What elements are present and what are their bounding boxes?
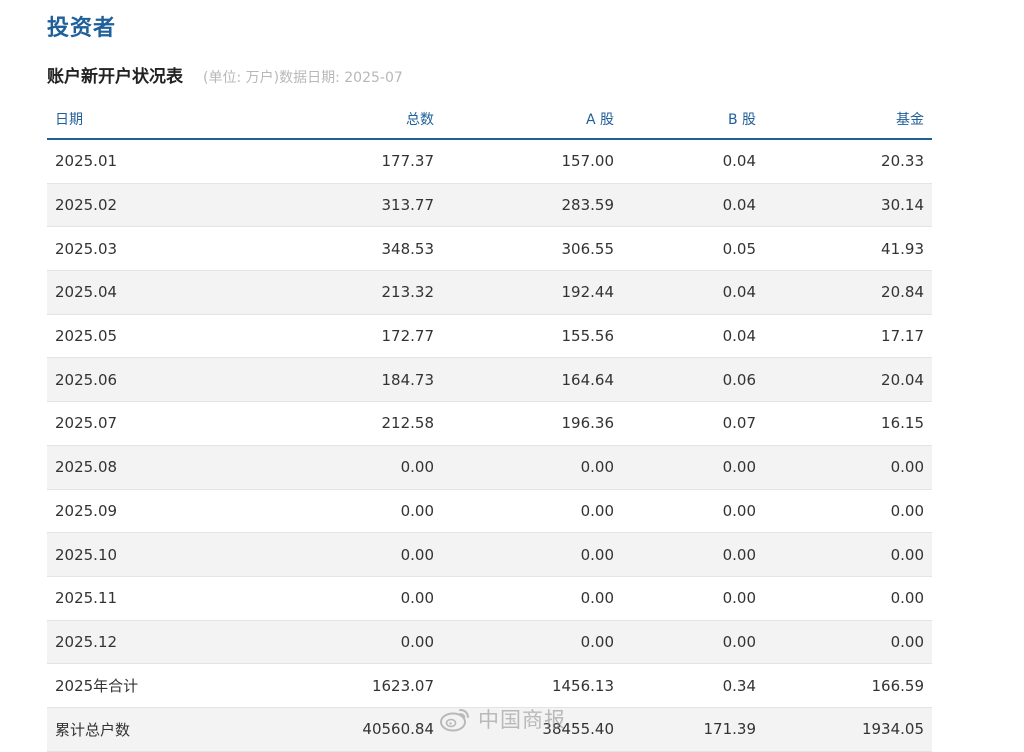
cell-fund: 0.00 (764, 620, 932, 665)
cell-b-share: 0.06 (622, 357, 764, 403)
account-opening-table-container: 日期 总数 A 股 B 股 基金 2025.01 177.37 157.00 0.04… (47, 100, 932, 752)
cell-a-share: 0.00 (442, 445, 622, 490)
cell-a-share: 283.59 (442, 183, 622, 228)
cell-fund: 20.33 (764, 139, 932, 184)
table-header-row: 日期 总数 A 股 B 股 基金 (47, 100, 932, 140)
cell-a-share: 157.00 (442, 139, 622, 184)
cell-b-share: 171.39 (622, 707, 764, 752)
cell-total: 0.00 (227, 620, 442, 665)
cell-b-share: 0.00 (622, 489, 764, 534)
cell-date: 2025.10 (47, 532, 227, 577)
cell-date: 2025.08 (47, 445, 227, 490)
table-row: 2025.08 0.00 0.00 0.00 0.00 (47, 445, 932, 490)
cell-total: 212.58 (227, 401, 442, 446)
cell-fund: 20.84 (764, 270, 932, 315)
cell-fund: 41.93 (764, 226, 932, 272)
cell-a-share: 306.55 (442, 226, 622, 272)
table-caption: 账户新开户状况表 (单位: 万户)数据日期: 2025-07 (47, 62, 403, 87)
column-header-fund: 基金 (764, 100, 932, 140)
cell-total: 184.73 (227, 357, 442, 403)
table-row: 2025.05 172.77 155.56 0.04 17.17 (47, 314, 932, 359)
table-row: 2025.02 313.77 283.59 0.04 30.14 (47, 183, 932, 228)
cell-fund: 0.00 (764, 532, 932, 577)
cell-date: 2025.09 (47, 489, 227, 534)
cell-date: 2025.06 (47, 357, 227, 403)
cell-total: 0.00 (227, 445, 442, 490)
cell-date: 2025年合计 (47, 663, 227, 708)
account-opening-table: 日期 总数 A 股 B 股 基金 2025.01 177.37 157.00 0.04… (47, 100, 932, 752)
table-row: 2025.11 0.00 0.00 0.00 0.00 (47, 576, 932, 621)
cell-a-share: 196.36 (442, 401, 622, 446)
table-row: 2025.01 177.37 157.00 0.04 20.33 (47, 139, 932, 184)
cell-total: 348.53 (227, 226, 442, 272)
cell-total: 172.77 (227, 314, 442, 359)
column-header-date: 日期 (47, 100, 227, 140)
cell-fund: 16.15 (764, 401, 932, 446)
cell-date: 累计总户数 (47, 707, 227, 752)
cell-a-share: 0.00 (442, 576, 622, 621)
cell-b-share: 0.00 (622, 532, 764, 577)
cell-fund: 1934.05 (764, 707, 932, 752)
cell-date: 2025.05 (47, 314, 227, 359)
cell-b-share: 0.07 (622, 401, 764, 446)
cell-b-share: 0.04 (622, 183, 764, 228)
cell-total: 1623.07 (227, 663, 442, 708)
table-row: 累计总户数 40560.84 38455.40 171.39 1934.05 (47, 707, 932, 752)
cell-fund: 20.04 (764, 357, 932, 403)
cell-fund: 30.14 (764, 183, 932, 228)
cell-b-share: 0.00 (622, 620, 764, 665)
table-row: 2025.03 348.53 306.55 0.05 41.93 (47, 226, 932, 272)
cell-date: 2025.11 (47, 576, 227, 621)
cell-date: 2025.02 (47, 183, 227, 228)
table-row: 2025.09 0.00 0.00 0.00 0.00 (47, 489, 932, 534)
cell-fund: 0.00 (764, 576, 932, 621)
cell-date: 2025.07 (47, 401, 227, 446)
cell-b-share: 0.00 (622, 576, 764, 621)
cell-fund: 0.00 (764, 489, 932, 534)
cell-a-share: 0.00 (442, 532, 622, 577)
table-unit-note: (单位: 万户)数据日期: 2025-07 (203, 70, 403, 86)
table-title: 账户新开户状况表 (47, 67, 183, 87)
cell-fund: 166.59 (764, 663, 932, 708)
table-header: 日期 总数 A 股 B 股 基金 (47, 100, 932, 140)
cell-date: 2025.01 (47, 139, 227, 184)
column-header-b-share: B 股 (622, 100, 764, 140)
cell-a-share: 1456.13 (442, 663, 622, 708)
cell-total: 313.77 (227, 183, 442, 228)
cell-b-share: 0.04 (622, 139, 764, 184)
cell-date: 2025.04 (47, 270, 227, 315)
table-row: 2025.12 0.00 0.00 0.00 0.00 (47, 620, 932, 665)
cell-fund: 0.00 (764, 445, 932, 490)
cell-a-share: 155.56 (442, 314, 622, 359)
table-row: 2025年合计 1623.07 1456.13 0.34 166.59 (47, 663, 932, 708)
cell-b-share: 0.04 (622, 270, 764, 315)
cell-total: 40560.84 (227, 707, 442, 752)
cell-date: 2025.03 (47, 226, 227, 272)
cell-date: 2025.12 (47, 620, 227, 665)
cell-total: 0.00 (227, 489, 442, 534)
cell-fund: 17.17 (764, 314, 932, 359)
table-row: 2025.04 213.32 192.44 0.04 20.84 (47, 270, 932, 315)
cell-a-share: 38455.40 (442, 707, 622, 752)
table-row: 2025.06 184.73 164.64 0.06 20.04 (47, 357, 932, 403)
cell-b-share: 0.05 (622, 226, 764, 272)
cell-total: 0.00 (227, 576, 442, 621)
cell-total: 177.37 (227, 139, 442, 184)
cell-b-share: 0.04 (622, 314, 764, 359)
cell-a-share: 192.44 (442, 270, 622, 315)
cell-total: 213.32 (227, 270, 442, 315)
cell-a-share: 0.00 (442, 489, 622, 534)
table-row: 2025.07 212.58 196.36 0.07 16.15 (47, 401, 932, 446)
table-row: 2025.10 0.00 0.00 0.00 0.00 (47, 532, 932, 577)
column-header-total: 总数 (227, 100, 442, 140)
section-title: 投资者 (47, 16, 117, 41)
cell-b-share: 0.00 (622, 445, 764, 490)
cell-a-share: 164.64 (442, 357, 622, 403)
column-header-a-share: A 股 (442, 100, 622, 140)
cell-b-share: 0.34 (622, 663, 764, 708)
cell-total: 0.00 (227, 532, 442, 577)
table-body: 2025.01 177.37 157.00 0.04 20.33 2025.02 313.7… (47, 139, 932, 752)
cell-a-share: 0.00 (442, 620, 622, 665)
